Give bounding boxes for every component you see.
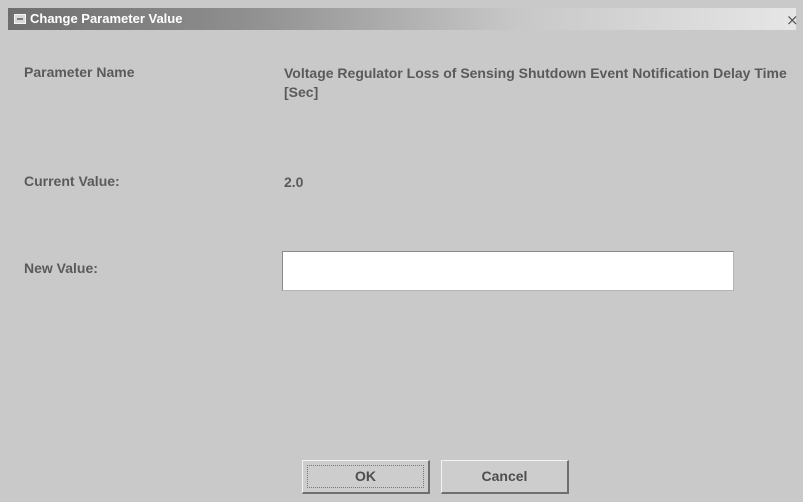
close-icon[interactable]: × xyxy=(786,12,800,28)
current-value: 2.0 xyxy=(284,174,304,190)
title-bar[interactable]: Change Parameter Value xyxy=(8,8,796,30)
cancel-button-label: Cancel xyxy=(481,468,528,484)
new-value-label: New Value: xyxy=(24,260,98,276)
parameter-name-value: Voltage Regulator Loss of Sensing Shutdo… xyxy=(284,65,787,100)
cancel-button[interactable]: Cancel xyxy=(441,460,569,494)
ok-button[interactable]: OK xyxy=(302,460,430,494)
new-value-input[interactable] xyxy=(282,251,734,291)
current-value-label: Current Value: xyxy=(24,173,120,189)
dialog-title: Change Parameter Value xyxy=(30,11,183,26)
parameter-name-label: Parameter Name xyxy=(24,64,135,80)
change-parameter-dialog: Change Parameter Value × Parameter Name … xyxy=(0,0,803,502)
ok-button-label: OK xyxy=(355,468,376,484)
window-app-icon xyxy=(14,14,26,24)
